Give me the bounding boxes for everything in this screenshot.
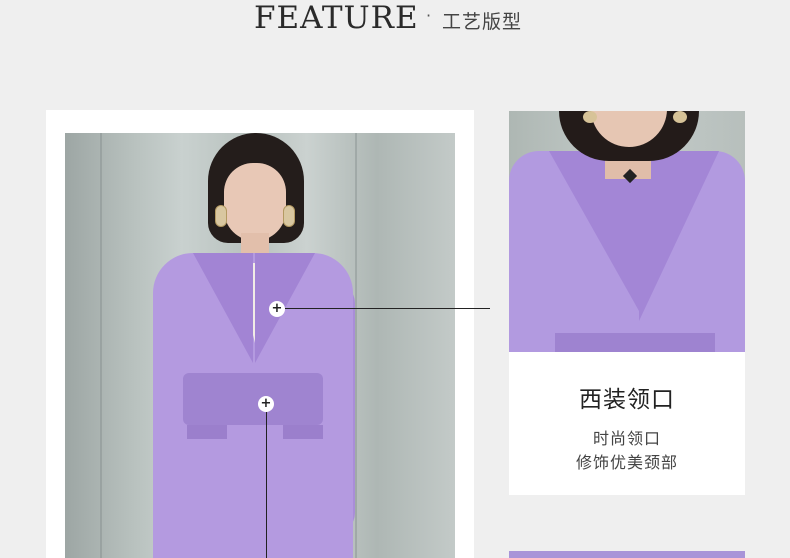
- wall-panel-line: [355, 133, 357, 558]
- model-face: [224, 163, 286, 241]
- wall-panel-line: [100, 133, 102, 558]
- collar-callout-line: [285, 308, 490, 309]
- earring-right: [283, 205, 295, 227]
- feature-title: FEATURE: [254, 0, 419, 36]
- caption-title: 西装领口: [579, 387, 675, 413]
- lapel-left: [193, 253, 253, 363]
- main-product-photo: [65, 133, 455, 558]
- collar-detail-photo: [509, 111, 745, 352]
- detail-earring-left: [583, 111, 597, 123]
- pocket-flap-left: [187, 425, 227, 439]
- next-detail-photo: [509, 551, 745, 558]
- detail-lapel-right: [639, 151, 719, 321]
- caption-line-1: 时尚领口: [592, 429, 661, 448]
- caption-line-2: 修饰优美颈部: [575, 453, 678, 472]
- title-separator: ·: [426, 6, 432, 25]
- earring-left: [215, 205, 227, 227]
- waist-callout-line: [266, 412, 267, 558]
- feature-header: FEATURE · 工艺版型: [0, 0, 790, 40]
- feature-subtitle: 工艺版型: [442, 11, 523, 33]
- collar-hotspot-plus-icon[interactable]: +: [269, 301, 285, 317]
- waist-belt: [183, 373, 323, 425]
- waist-hotspot-plus-icon[interactable]: +: [258, 396, 274, 412]
- detail-belt: [555, 333, 715, 352]
- pocket-flap-right: [283, 425, 323, 439]
- collar-caption-card: 西装领口 时尚领口 修饰优美颈部: [509, 352, 745, 495]
- detail-earring-right: [673, 111, 687, 123]
